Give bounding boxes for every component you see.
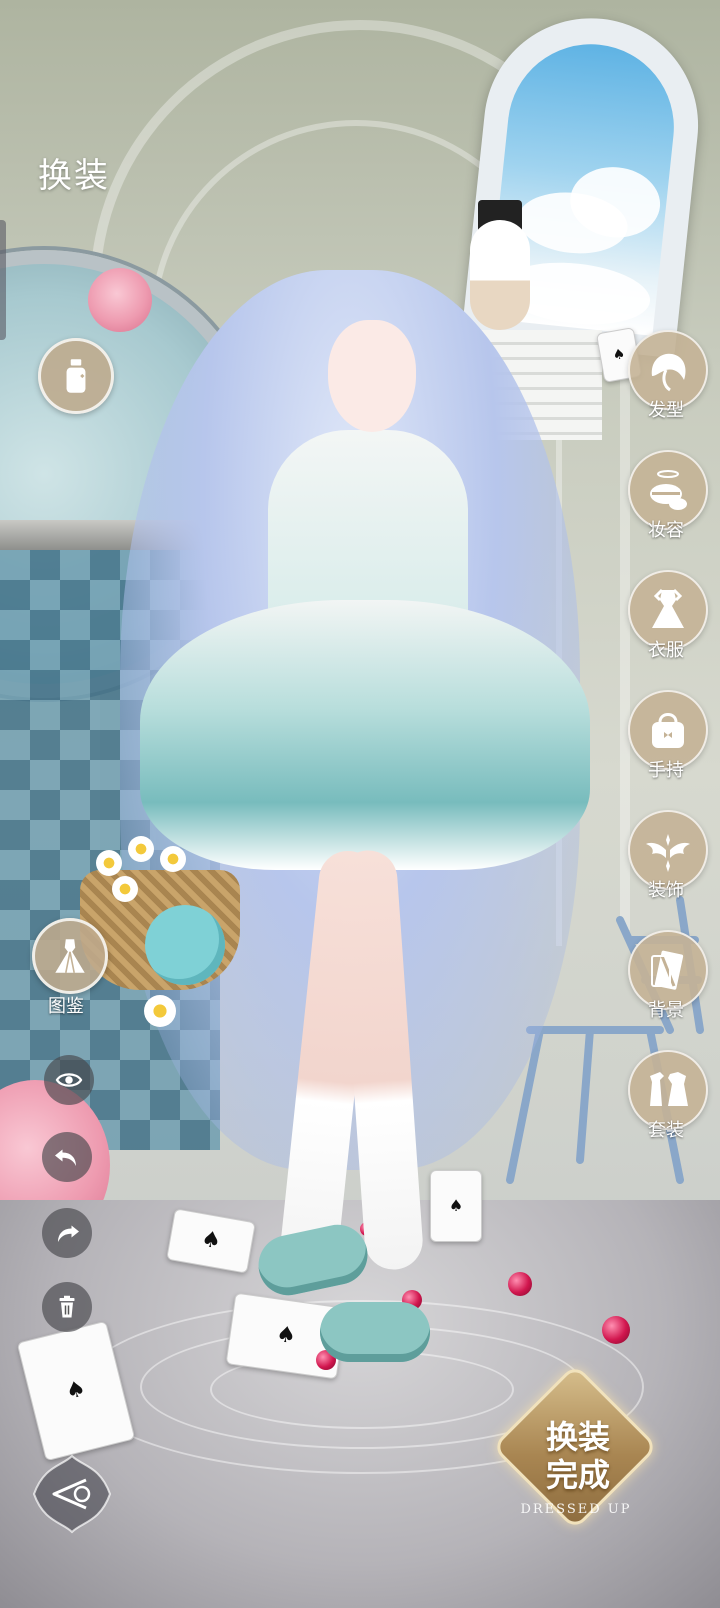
character-face bbox=[328, 320, 416, 432]
dressed-up-confirm-button[interactable]: 换装 完成 DRESSED UP bbox=[491, 1363, 659, 1532]
done-label: 换装 完成 bbox=[518, 1418, 638, 1494]
category-background[interactable]: 背景 bbox=[624, 930, 708, 1040]
page-title: 换装 bbox=[38, 156, 110, 196]
category-label: 发型 bbox=[648, 400, 684, 421]
undo-icon bbox=[55, 1149, 76, 1166]
category-outfit-set[interactable]: 套装 bbox=[624, 1050, 708, 1160]
makeup-spray-button[interactable] bbox=[38, 338, 114, 414]
gown-icon bbox=[55, 939, 85, 973]
spray-bottle-icon bbox=[66, 359, 86, 393]
redo-icon bbox=[58, 1225, 79, 1242]
category-handheld[interactable]: 手持 bbox=[624, 690, 708, 800]
daisy bbox=[112, 876, 138, 902]
eye-icon bbox=[55, 1073, 83, 1087]
done-subtitle: DRESSED UP bbox=[520, 1502, 632, 1517]
redo-button[interactable] bbox=[42, 1208, 92, 1258]
done-label-line1: 换装 bbox=[545, 1418, 610, 1456]
category-makeup[interactable]: 妆容 bbox=[624, 450, 708, 560]
done-label-line2: 完成 bbox=[545, 1456, 610, 1494]
white-rabbit-figure bbox=[470, 220, 530, 330]
category-decoration[interactable]: 装饰 bbox=[624, 810, 708, 920]
dressup-screen: ♠ ♠ ♠ ♠ ♠ 换装 发型 妆容 衣服 手持 装饰 背景 套装 图鉴 换装 … bbox=[0, 0, 720, 1608]
character-skirt bbox=[140, 600, 590, 870]
side-handle[interactable] bbox=[0, 220, 6, 340]
back-button[interactable] bbox=[30, 1452, 114, 1536]
atlas-label: 图鉴 bbox=[48, 996, 84, 1017]
character-shoe bbox=[320, 1302, 430, 1362]
daisy bbox=[160, 846, 186, 872]
category-label: 妆容 bbox=[648, 520, 684, 541]
teddy-bear bbox=[145, 905, 225, 985]
atlas-button[interactable] bbox=[32, 918, 108, 994]
trash-icon bbox=[59, 1295, 75, 1318]
undo-button[interactable] bbox=[42, 1132, 92, 1182]
toggle-visibility-button[interactable] bbox=[44, 1055, 94, 1105]
pink-rose bbox=[88, 268, 152, 332]
category-label: 装饰 bbox=[648, 880, 684, 901]
red-gem bbox=[508, 1272, 532, 1296]
red-gem bbox=[602, 1316, 630, 1344]
back-arrow-icon bbox=[32, 1454, 112, 1534]
category-hairstyle[interactable]: 发型 bbox=[624, 330, 708, 440]
category-clothes[interactable]: 衣服 bbox=[624, 570, 708, 680]
category-label: 背景 bbox=[648, 1000, 684, 1021]
category-label: 套装 bbox=[648, 1120, 684, 1141]
daisy bbox=[144, 995, 176, 1027]
category-label: 衣服 bbox=[648, 640, 684, 661]
daisy bbox=[96, 850, 122, 876]
daisy bbox=[128, 836, 154, 862]
category-label: 手持 bbox=[648, 760, 684, 781]
playing-card: ♠ bbox=[430, 1170, 482, 1242]
delete-button[interactable] bbox=[42, 1282, 92, 1332]
